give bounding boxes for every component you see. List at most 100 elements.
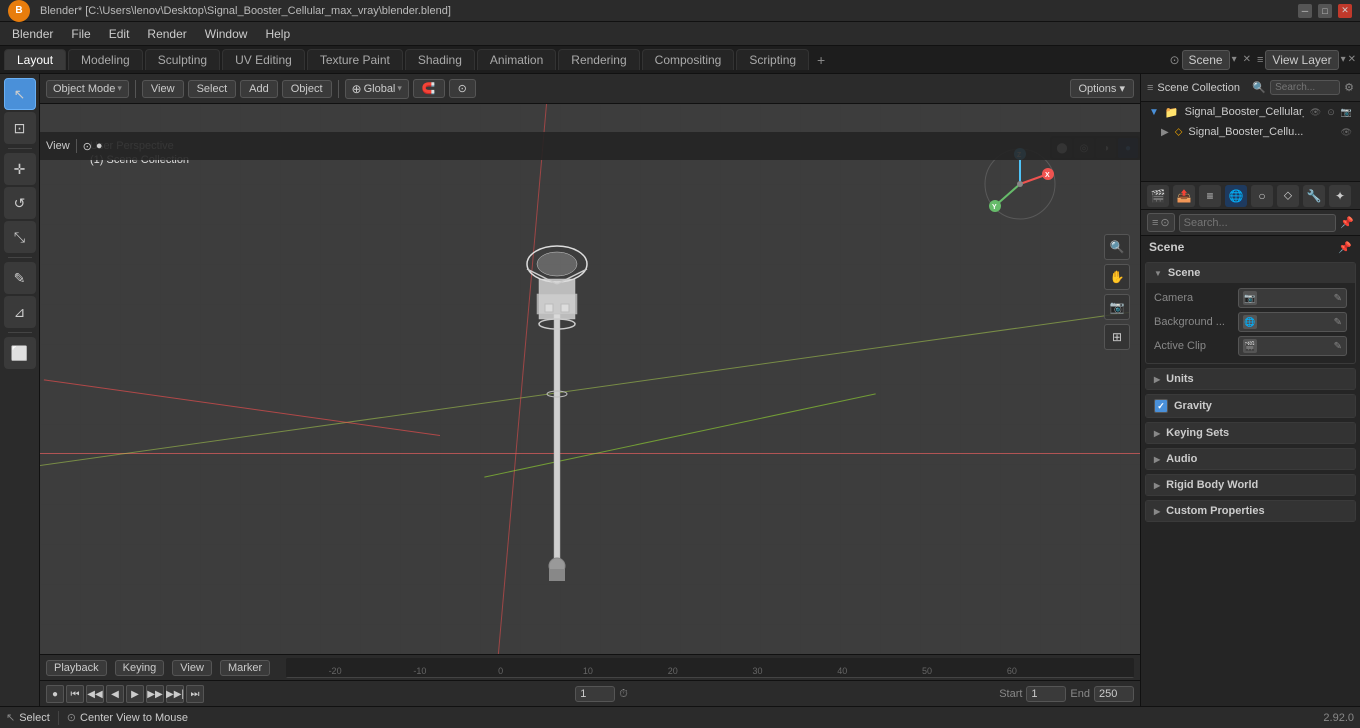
keyingsets-section: ▶ Keying Sets [1145, 422, 1356, 444]
prop-scene[interactable]: 🌐 [1225, 185, 1247, 207]
options-button[interactable]: Options ▾ [1070, 79, 1135, 98]
camera-value[interactable]: 📷 ✎ [1238, 288, 1347, 308]
outliner-search-icon[interactable]: 🔍 [1252, 81, 1266, 94]
frame-start-input[interactable] [1026, 686, 1066, 702]
tool-move[interactable]: ✛ [4, 153, 36, 185]
prop-output[interactable]: 📤 [1173, 185, 1195, 207]
gravity-header[interactable]: ✓ Gravity [1146, 395, 1355, 417]
scene-selector[interactable]: Scene [1182, 50, 1230, 70]
prop-pin[interactable]: 📌 [1340, 216, 1354, 229]
outliner-filter[interactable]: ⚙ [1344, 81, 1354, 94]
menu-edit[interactable]: Edit [101, 25, 138, 43]
tl-next-keyframe[interactable]: ▶▶| [166, 685, 184, 703]
tl-prev-keyframe[interactable]: ◀◀ [86, 685, 104, 703]
tab-sculpting[interactable]: Sculpting [145, 49, 220, 70]
tab-rendering[interactable]: Rendering [558, 49, 639, 70]
camera-button[interactable]: 📷 [1104, 294, 1130, 320]
current-frame-input[interactable] [575, 686, 615, 702]
prop-modifier[interactable]: 🔧 [1303, 185, 1325, 207]
object-mode-dropdown[interactable]: Object Mode ▾ [46, 80, 129, 98]
tl-play[interactable]: ▶ [126, 685, 144, 703]
tab-shading[interactable]: Shading [405, 49, 475, 70]
background-value[interactable]: 🌐 ✎ [1238, 312, 1347, 332]
add-menu[interactable]: Add [240, 80, 278, 98]
properties-icon-bar: 🎬 📤 ≡ 🌐 ○ ⬦ 🔧 ✦ [1141, 182, 1360, 210]
snap-button[interactable]: 🧲 [413, 79, 445, 98]
rigidbody-header[interactable]: ▶ Rigid Body World [1146, 475, 1355, 495]
menu-window[interactable]: Window [197, 25, 256, 43]
keyingsets-header[interactable]: ▶ Keying Sets [1146, 423, 1355, 443]
view-menu[interactable]: View [142, 80, 184, 98]
properties-title-bar: Scene 📌 [1141, 236, 1360, 258]
keying-menu[interactable]: Keying [115, 660, 165, 676]
tool-scale[interactable]: ⤡ [4, 221, 36, 253]
menu-render[interactable]: Render [139, 25, 194, 43]
pan-button[interactable]: ✋ [1104, 264, 1130, 290]
prop-viewlayer[interactable]: ≡ [1199, 185, 1221, 207]
status-icon-1: ↖ [6, 711, 15, 724]
prop-particles[interactable]: ✦ [1329, 185, 1351, 207]
minimize-button[interactable]: ─ [1298, 4, 1312, 18]
background-label: Background ... [1154, 316, 1234, 328]
prop-pin-title[interactable]: 📌 [1338, 241, 1352, 254]
customprops-header[interactable]: ▶ Custom Properties [1146, 501, 1355, 521]
prop-world[interactable]: ○ [1251, 185, 1273, 207]
view-layer-selector[interactable]: View Layer [1265, 50, 1338, 70]
outliner-search[interactable] [1270, 80, 1340, 95]
tab-layout[interactable]: Layout [4, 49, 66, 70]
viewport-view-btn[interactable]: View [46, 140, 70, 152]
menu-blender[interactable]: Blender [4, 25, 61, 43]
audio-header[interactable]: ▶ Audio [1146, 449, 1355, 469]
app-container: B Blender* [C:\Users\lenov\Desktop\Signa… [0, 0, 1360, 728]
tl-skip-end[interactable]: ⏭ [186, 685, 204, 703]
frame-end-input[interactable] [1094, 686, 1134, 702]
prop-object[interactable]: ⬦ [1277, 185, 1299, 207]
toolbar-sep2 [338, 80, 339, 98]
tab-compositing[interactable]: Compositing [642, 49, 735, 70]
overlay-btn[interactable]: ⊙ [83, 140, 92, 153]
tab-uv-editing[interactable]: UV Editing [222, 49, 305, 70]
proportional-button[interactable]: ⊙ [449, 79, 476, 98]
gravity-check[interactable]: ✓ [1154, 399, 1168, 413]
outliner-item-collection[interactable]: ▼ 📁 Signal_Booster_Cellular_ 👁 ⊙ 📷 [1141, 102, 1360, 122]
status-bar: ↖ Select ⊙ Center View to Mouse 2.92.0 [0, 706, 1360, 728]
menu-help[interactable]: Help [257, 25, 298, 43]
viewport-3d[interactable]: User Perspective (1) Scene Collection [40, 104, 1140, 706]
outliner-item-object[interactable]: ▶ ⬦ Signal_Booster_Cellu... 👁 [1141, 122, 1360, 142]
grid-button[interactable]: ⊞ [1104, 324, 1130, 350]
add-workspace-button[interactable]: + [811, 50, 831, 70]
scene-section-header[interactable]: ▼ Scene [1146, 263, 1355, 283]
units-header[interactable]: ▶ Units [1146, 369, 1355, 389]
tool-measure[interactable]: ⊿ [4, 296, 36, 328]
tab-modeling[interactable]: Modeling [68, 49, 143, 70]
tool-annotate[interactable]: ✎ [4, 262, 36, 294]
tool-rotate[interactable]: ↺ [4, 187, 36, 219]
tool-primitive[interactable]: ⬜ [4, 337, 36, 369]
tl-next-frame[interactable]: ▶▶ [146, 685, 164, 703]
close-button[interactable]: ✕ [1338, 4, 1352, 18]
tab-animation[interactable]: Animation [477, 49, 556, 70]
object-menu[interactable]: Object [282, 80, 332, 98]
transform-dropdown[interactable]: ⊕ Global ▾ [345, 79, 409, 99]
tool-select[interactable]: ↖ [4, 78, 36, 110]
scene-section: ▼ Scene Camera 📷 ✎ [1145, 262, 1356, 364]
zoom-button[interactable]: 🔍 [1104, 234, 1130, 260]
tab-scripting[interactable]: Scripting [736, 49, 809, 70]
playback-menu[interactable]: Playback [46, 660, 107, 676]
tl-skip-start[interactable]: ⏮ [66, 685, 84, 703]
shading-btn[interactable]: ● [96, 140, 103, 152]
tl-dot[interactable]: ● [46, 685, 64, 703]
marker-menu[interactable]: Marker [220, 660, 270, 676]
svg-text:Y: Y [992, 204, 997, 211]
tl-prev-frame[interactable]: ◀ [106, 685, 124, 703]
timeline-ruler[interactable]: -20 -10 0 10 20 30 40 50 60 [286, 658, 1134, 678]
tab-texture-paint[interactable]: Texture Paint [307, 49, 403, 70]
prop-render[interactable]: 🎬 [1147, 185, 1169, 207]
view-menu-tl[interactable]: View [172, 660, 212, 676]
tool-select-box[interactable]: ⊡ [4, 112, 36, 144]
activeclip-value[interactable]: 🎬 ✎ [1238, 336, 1347, 356]
select-menu[interactable]: Select [188, 80, 237, 98]
properties-search[interactable] [1179, 214, 1337, 232]
menu-file[interactable]: File [63, 25, 98, 43]
maximize-button[interactable]: □ [1318, 4, 1332, 18]
